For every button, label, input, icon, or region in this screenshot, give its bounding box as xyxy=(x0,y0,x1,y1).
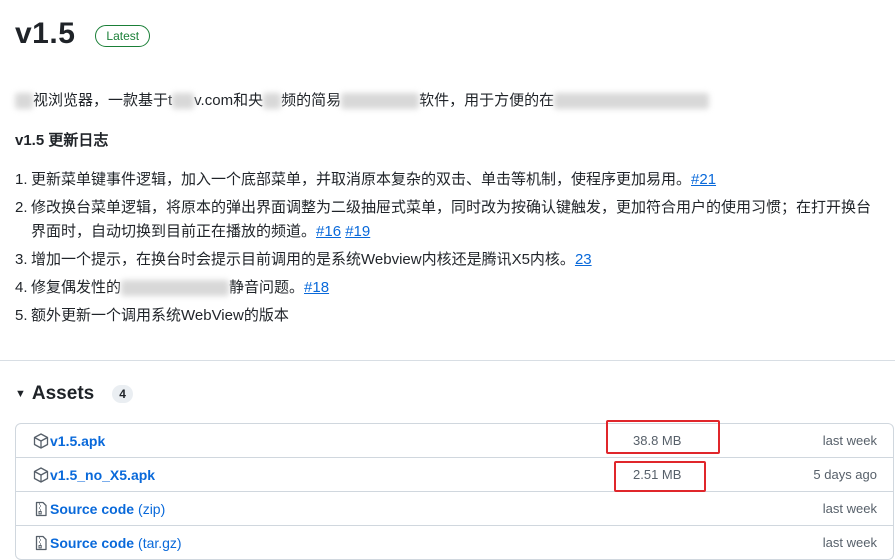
item-text: 增加一个提示，在换台时会提示目前调用的是系统Webview内核还是腾讯X5内核。 xyxy=(31,251,575,268)
asset-download-link[interactable]: v1.5.apk xyxy=(33,432,105,450)
assets-count-badge: 4 xyxy=(112,385,133,403)
assets-title: Assets xyxy=(31,383,95,404)
item-text: 静音问题。 xyxy=(229,279,305,296)
changelog-item: 3. 增加一个提示，在换台时会提示目前调用的是系统Webview内核还是腾讯X5… xyxy=(15,248,885,272)
item-text: 额外更新一个调用系统WebView的版本 xyxy=(31,307,289,324)
asset-download-link[interactable]: v1.5_no_X5.apk xyxy=(33,466,155,484)
asset-row: Source code (zip) last week xyxy=(16,491,893,525)
redacted-blur xyxy=(172,93,195,110)
release-intro: 视浏览器，一款基于t v.com和央 频的简易 软件，用于方便的在 xyxy=(15,91,710,111)
redacted-blur xyxy=(554,93,710,110)
latest-badge: Latest xyxy=(95,25,151,47)
issue-link[interactable]: 23 xyxy=(575,251,592,268)
item-number: 1. xyxy=(15,171,28,188)
intro-text: 视浏览器，一款基于t xyxy=(33,92,173,109)
asset-format: (tar.gz) xyxy=(138,535,182,551)
redacted-blur xyxy=(263,93,282,110)
issue-link[interactable]: #16 xyxy=(316,223,341,240)
asset-download-link[interactable]: Source code (zip) xyxy=(33,500,165,518)
asset-row: v1.5_no_X5.apk 2.51 MB 5 days ago xyxy=(16,457,893,491)
item-number: 2. xyxy=(15,199,28,216)
changelog-item: 5. 额外更新一个调用系统WebView的版本 xyxy=(15,304,885,328)
asset-date: last week xyxy=(822,501,877,516)
item-text: 更新菜单键事件逻辑，加入一个底部菜单，并取消原本复杂的双击、单击等机制，使程序更… xyxy=(31,171,692,188)
package-icon xyxy=(33,433,49,449)
changelog-list: 1. 更新菜单键事件逻辑，加入一个底部菜单，并取消原本复杂的双击、单击等机制，使… xyxy=(15,168,885,332)
highlight-annotation xyxy=(614,461,706,492)
asset-name: Source code xyxy=(50,535,135,551)
item-number: 5. xyxy=(15,307,28,324)
intro-text: 软件，用于方便的在 xyxy=(419,92,555,109)
changelog-item: 2. 修改换台菜单逻辑，将原本的弹出界面调整为二级抽屉式菜单，同时改为按确认键触… xyxy=(15,196,885,244)
release-header: v1.5 Latest xyxy=(15,14,151,54)
item-number: 3. xyxy=(15,251,28,268)
file-zip-icon xyxy=(35,501,47,517)
package-icon xyxy=(33,467,49,483)
caret-down-icon: ▼ xyxy=(15,388,26,400)
highlight-annotation xyxy=(606,420,720,454)
asset-row: v1.5.apk 38.8 MB last week xyxy=(16,424,893,457)
issue-link[interactable]: #19 xyxy=(345,223,370,240)
changelog-heading: v1.5 更新日志 xyxy=(15,132,109,149)
asset-name: Source code xyxy=(50,501,135,517)
asset-date: last week xyxy=(822,433,877,448)
redacted-blur xyxy=(121,280,230,297)
item-text: 修改换台菜单逻辑，将原本的弹出界面调整为二级抽屉式菜单，同时改为按确认键触发，更… xyxy=(31,199,872,240)
section-divider xyxy=(0,360,895,361)
redacted-blur xyxy=(15,93,33,110)
asset-date: 5 days ago xyxy=(813,467,877,482)
asset-download-link[interactable]: Source code (tar.gz) xyxy=(33,534,182,552)
intro-text: v.com和央 xyxy=(194,92,264,109)
asset-format: (zip) xyxy=(138,501,166,517)
assets-toggle[interactable]: ▼ Assets 4 xyxy=(15,382,133,406)
release-title[interactable]: v1.5 xyxy=(15,14,75,54)
asset-row: Source code (tar.gz) last week xyxy=(16,525,893,559)
intro-text: 频的简易 xyxy=(281,92,342,109)
changelog-item: 1. 更新菜单键事件逻辑，加入一个底部菜单，并取消原本复杂的双击、单击等机制，使… xyxy=(15,168,885,192)
asset-date: last week xyxy=(822,535,877,550)
item-number: 4. xyxy=(15,279,28,296)
release-page: v1.5 Latest 视浏览器，一款基于t v.com和央 频的简易 软件，用于方便… xyxy=(0,0,895,560)
assets-list: v1.5.apk 38.8 MB last week v1.5_no_X5.ap… xyxy=(15,423,894,560)
asset-name: v1.5_no_X5.apk xyxy=(50,467,156,483)
issue-link[interactable]: #21 xyxy=(691,171,716,188)
changelog-item: 4. 修复偶发性的 静音问题。#18 xyxy=(15,276,885,300)
redacted-blur xyxy=(341,93,420,110)
item-text: 修复偶发性的 xyxy=(31,279,122,296)
issue-link[interactable]: #18 xyxy=(304,279,329,296)
asset-name: v1.5.apk xyxy=(50,433,106,449)
file-zip-icon xyxy=(35,535,47,551)
